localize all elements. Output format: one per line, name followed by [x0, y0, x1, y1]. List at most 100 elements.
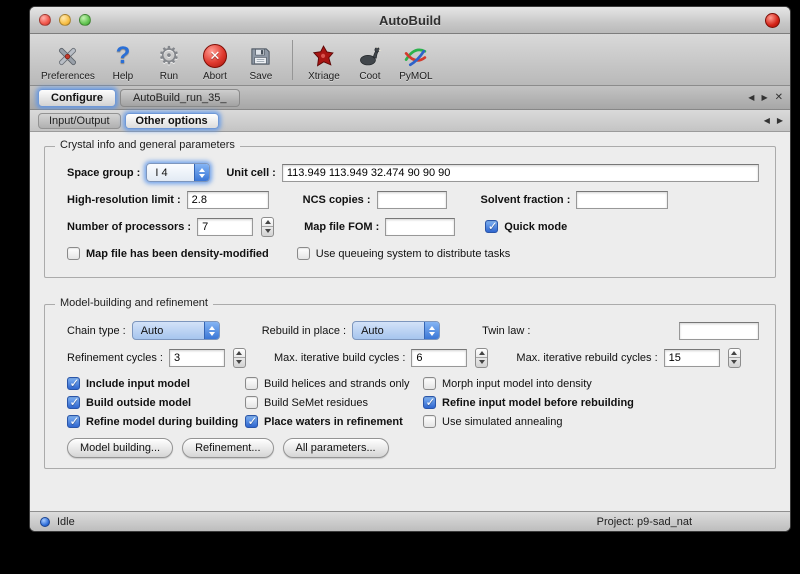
high-res-input[interactable] — [187, 191, 269, 209]
tab-scroll-left-icon[interactable]: ◀ — [748, 94, 754, 102]
tab-other-options[interactable]: Other options — [125, 113, 219, 129]
ncs-copies-label: NCS copies : — [303, 194, 371, 206]
checkbox-box[interactable] — [245, 377, 258, 390]
tab-label: Input/Output — [49, 115, 110, 127]
toolbar-button-coot[interactable]: Coot — [347, 36, 393, 84]
checkbox-box[interactable] — [423, 377, 436, 390]
zoom-window-button[interactable] — [79, 14, 91, 26]
section-title: Crystal info and general parameters — [55, 139, 240, 151]
build-semet-checkbox[interactable]: Build SeMet residues — [245, 396, 423, 409]
toolbar-button-xtriage[interactable]: Xtriage — [301, 36, 347, 84]
chain-type-label: Chain type : — [67, 325, 126, 337]
refine-input-model-checkbox[interactable]: Refine input model before rebuilding — [423, 396, 765, 409]
morph-input-model-checkbox[interactable]: Morph input model into density — [423, 377, 765, 390]
place-waters-checkbox[interactable]: Place waters in refinement — [245, 415, 423, 428]
model-building-button[interactable]: Model building... — [67, 438, 173, 458]
stepper-up-icon[interactable] — [234, 349, 245, 359]
model-building-section: Model-building and refinement Chain type… — [44, 304, 776, 469]
tab-scroll-right-icon[interactable]: ▶ — [761, 94, 767, 102]
include-input-model-checkbox[interactable]: Include input model — [67, 377, 245, 390]
chain-type-select[interactable]: Auto — [132, 321, 220, 340]
refinement-cycles-stepper[interactable] — [233, 348, 246, 368]
stepper-up-icon[interactable] — [262, 218, 273, 228]
quick-mode-checkbox[interactable]: Quick mode — [485, 220, 567, 233]
toolbar-button-pymol[interactable]: PyMOL — [393, 36, 439, 84]
stepper-up-icon[interactable] — [729, 349, 740, 359]
density-modified-checkbox[interactable]: Map file has been density-modified — [67, 247, 269, 260]
chevron-up-down-icon — [204, 322, 219, 339]
traffic-lights — [39, 14, 91, 26]
rebuild-in-place-label: Rebuild in place : — [262, 325, 346, 337]
form-row: Space group : I 4 Unit cell : — [55, 159, 765, 186]
checkbox-box[interactable] — [67, 377, 80, 390]
options-scroll-left-icon[interactable]: ◀ — [764, 117, 770, 125]
parameter-buttons-row: Model building... Refinement... All para… — [55, 438, 765, 458]
toolbar-button-save[interactable]: Save — [238, 36, 284, 84]
queueing-checkbox[interactable]: Use queueing system to distribute tasks — [297, 247, 510, 260]
checkbox-box[interactable] — [245, 415, 258, 428]
refine-during-building-checkbox[interactable]: Refine model during building — [67, 415, 245, 428]
num-processors-input[interactable] — [197, 218, 253, 236]
refinement-button[interactable]: Refinement... — [182, 438, 273, 458]
build-outside-model-checkbox[interactable]: Build outside model — [67, 396, 245, 409]
minimize-window-button[interactable] — [59, 14, 71, 26]
stepper-down-icon[interactable] — [729, 358, 740, 367]
form-row: Refinement cycles : Max. iterative build… — [55, 344, 765, 371]
checkbox-box[interactable] — [423, 415, 436, 428]
unit-cell-input[interactable] — [282, 164, 759, 182]
checkbox-box[interactable] — [67, 247, 80, 260]
tab-input-output[interactable]: Input/Output — [38, 113, 121, 129]
window-title: AutoBuild — [30, 13, 790, 28]
form-row: Number of processors : Map file FOM : — [55, 213, 765, 240]
tab-close-icon[interactable]: ✕ — [775, 93, 783, 103]
tab-configure[interactable]: Configure — [38, 89, 116, 107]
options-scroll-right-icon[interactable]: ▶ — [777, 117, 783, 125]
checkbox-box[interactable] — [67, 396, 80, 409]
chevron-up-down-icon — [424, 322, 439, 339]
stepper-up-icon[interactable] — [476, 349, 487, 359]
coot-icon — [357, 42, 382, 70]
checkbox-box[interactable] — [297, 247, 310, 260]
max-build-cycles-stepper[interactable] — [475, 348, 488, 368]
stepper-down-icon[interactable] — [262, 227, 273, 236]
toolbar: Preferences Help Run Abort — [30, 34, 790, 86]
toolbar-button-help[interactable]: Help — [100, 36, 146, 84]
checkbox-label: Include input model — [86, 378, 190, 390]
max-rebuild-cycles-stepper[interactable] — [728, 348, 741, 368]
twin-law-label: Twin law : — [482, 325, 530, 337]
all-parameters-button[interactable]: All parameters... — [283, 438, 389, 458]
rebuild-in-place-select[interactable]: Auto — [352, 321, 440, 340]
refinement-cycles-input[interactable] — [169, 349, 225, 367]
titlebar-red-icon[interactable] — [765, 13, 780, 28]
rebuild-in-place-value: Auto — [353, 322, 424, 339]
twin-law-input[interactable] — [679, 322, 759, 340]
checkbox-box[interactable] — [423, 396, 436, 409]
high-res-label: High-resolution limit : — [67, 194, 181, 206]
checkbox-box[interactable] — [245, 396, 258, 409]
toolbar-label: PyMOL — [399, 71, 432, 82]
tab-label: AutoBuild_run_35_ — [133, 92, 227, 104]
simulated-annealing-checkbox[interactable]: Use simulated annealing — [423, 415, 765, 428]
max-build-cycles-input[interactable] — [411, 349, 467, 367]
checkbox-label: Morph input model into density — [442, 378, 592, 390]
space-group-select[interactable]: I 4 — [146, 163, 210, 182]
num-processors-label: Number of processors : — [67, 221, 191, 233]
form-row: Map file has been density-modified Use q… — [55, 240, 765, 267]
max-rebuild-cycles-input[interactable] — [664, 349, 720, 367]
app-window: AutoBuild Preferences Help — [29, 6, 791, 532]
checkbox-box[interactable] — [67, 415, 80, 428]
stepper-down-icon[interactable] — [234, 358, 245, 367]
ncs-copies-input[interactable] — [377, 191, 447, 209]
toolbar-button-abort[interactable]: Abort — [192, 36, 238, 84]
checkbox-box[interactable] — [485, 220, 498, 233]
stepper-down-icon[interactable] — [476, 358, 487, 367]
toolbar-button-run[interactable]: Run — [146, 36, 192, 84]
solvent-fraction-input[interactable] — [576, 191, 668, 209]
close-window-button[interactable] — [39, 14, 51, 26]
num-processors-stepper[interactable] — [261, 217, 274, 237]
xtriage-icon — [311, 42, 336, 70]
build-helices-strands-checkbox[interactable]: Build helices and strands only — [245, 377, 423, 390]
tab-autobuild-run-35[interactable]: AutoBuild_run_35_ — [120, 89, 240, 107]
map-fom-input[interactable] — [385, 218, 455, 236]
toolbar-button-preferences[interactable]: Preferences — [36, 36, 100, 84]
